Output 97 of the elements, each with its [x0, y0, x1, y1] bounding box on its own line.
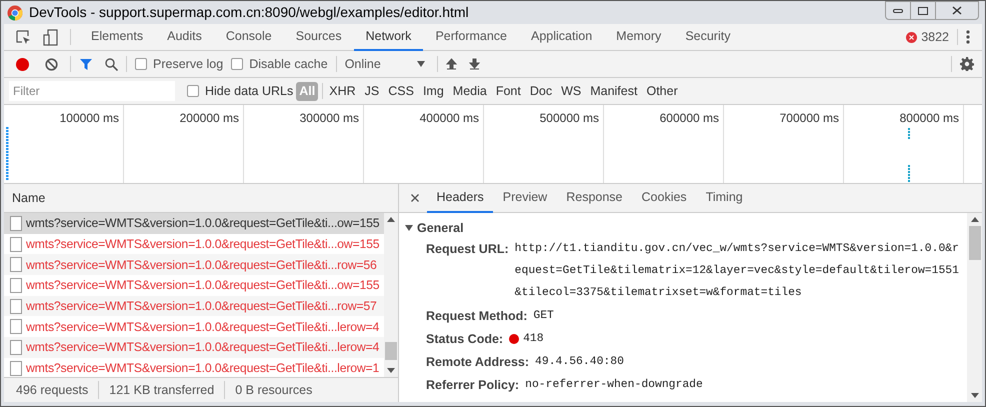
request-name: wmts?service=WMTS&version=1.0.0&request=GetTile&ti...row=57 [26, 298, 377, 315]
settings-icon[interactable] [960, 57, 974, 71]
record-button[interactable] [16, 58, 29, 70]
file-icon [10, 360, 22, 376]
panel-tab[interactable]: Application [519, 24, 604, 50]
status-text: 121 KB transferred [98, 380, 224, 400]
detail-tab[interactable]: Preview [493, 184, 557, 212]
file-icon [10, 216, 22, 231]
panel-tab[interactable]: Memory [604, 24, 674, 50]
checkbox-option[interactable]: Hide data URLs [187, 82, 294, 100]
column-header[interactable]: Name [12, 188, 46, 208]
timeline-tick-label: 400000 ms [420, 110, 479, 127]
request-name: wmts?service=WMTS&version=1.0.0&request=GetTile&ti...ow=155 [26, 277, 380, 294]
request-name: wmts?service=WMTS&version=1.0.0&request=GetTile&ti...lerow=1 [26, 360, 380, 377]
request-name: wmts?service=WMTS&version=1.0.0&request=GetTile&ti...row=56 [26, 256, 377, 274]
filter-field[interactable]: Filter [9, 81, 175, 101]
header-value: no-referrer-when-downgrade [525, 378, 703, 393]
file-icon [10, 298, 22, 314]
request-name: wmts?service=WMTS&version=1.0.0&request=GetTile&ti...lerow=4 [26, 318, 380, 336]
panel-tab[interactable]: Security [673, 24, 742, 50]
panel-tab[interactable]: Performance [423, 24, 519, 50]
error-icon [906, 32, 918, 42]
type-filter-button[interactable]: Other [643, 82, 681, 100]
caret-icon [416, 61, 425, 67]
header-label: Request Method: [426, 308, 528, 325]
header-value: 418 [523, 332, 544, 347]
timeline-bars-drawing [6, 127, 10, 181]
error-count[interactable]: 3822 [921, 28, 949, 46]
header-label: Status Code: [426, 331, 504, 348]
timeline-tick-label: 600000 ms [660, 110, 719, 127]
checkbox[interactable] [187, 85, 199, 97]
timeline-tick-label: 100000 ms [60, 110, 119, 127]
checkbox-option[interactable]: Disable cache [231, 54, 328, 74]
type-filter-button[interactable]: Media [450, 82, 490, 100]
file-icon [10, 340, 22, 355]
type-filter-button[interactable]: XHR [326, 82, 359, 100]
clear-icon[interactable] [45, 58, 58, 70]
panel-tab[interactable]: Console [214, 24, 284, 50]
timeline-tick-label: 500000 ms [540, 110, 599, 127]
device-toolbar-icon[interactable] [43, 28, 58, 46]
scrollbar[interactable] [967, 213, 982, 402]
status-text: 0 B resources [224, 380, 322, 400]
close-icon[interactable] [411, 194, 419, 202]
checkbox[interactable] [135, 58, 147, 70]
request-row[interactable]: wmts?service=WMTS&version=1.0.0&request=GetTile&ti...row=57 [4, 296, 384, 316]
detail-tab[interactable]: Cookies [632, 184, 696, 212]
type-filter-button[interactable]: Doc [526, 82, 556, 100]
type-filter-button[interactable]: JS [362, 82, 382, 100]
header-value: 49.4.56.40:80 [535, 355, 624, 370]
upload-icon[interactable] [446, 58, 457, 70]
type-filter-button[interactable]: Font [492, 82, 524, 100]
file-icon [10, 236, 22, 252]
checkbox[interactable] [231, 58, 244, 70]
timeline-tick-label: 700000 ms [780, 110, 839, 127]
type-filter-button[interactable]: Manifest [587, 82, 640, 100]
status-text: 496 requests [15, 382, 90, 399]
panel-tab[interactable]: Elements [79, 24, 156, 50]
panel-tab[interactable]: Network [354, 24, 424, 50]
request-row[interactable]: wmts?service=WMTS&version=1.0.0&request=GetTile&ti...row=56 [4, 254, 384, 276]
header-label: Referrer Policy: [426, 377, 520, 394]
detail-tab[interactable]: Timing [696, 184, 752, 212]
request-name: wmts?service=WMTS&version=1.0.0&request=GetTile&ti...ow=155 [26, 236, 380, 253]
more-options-icon[interactable] [966, 30, 970, 44]
download-icon[interactable] [468, 58, 480, 70]
request-name: wmts?service=WMTS&version=1.0.0&request=GetTile&ti...ow=155 [26, 215, 380, 232]
type-filter-button[interactable]: Img [420, 82, 447, 100]
close-icon [952, 6, 962, 15]
request-row[interactable]: wmts?service=WMTS&version=1.0.0&request=GetTile&ti...lerow=4 [4, 337, 384, 358]
section-header[interactable]: General [405, 219, 967, 237]
header-label: Remote Address: [426, 354, 530, 371]
inspect-icon[interactable] [16, 30, 31, 44]
request-row[interactable]: wmts?service=WMTS&version=1.0.0&request=GetTile&ti...ow=155 [4, 234, 384, 254]
header-label: Request URL: [426, 241, 509, 258]
search-icon[interactable] [105, 58, 118, 70]
file-icon [10, 278, 22, 293]
timeline-marker-drawing [908, 128, 910, 182]
request-name: wmts?service=WMTS&version=1.0.0&request=GetTile&ti...lerow=4 [26, 339, 380, 356]
timeline-tick-label: 200000 ms [180, 110, 239, 127]
disclosure-triangle-icon [405, 225, 413, 231]
panel-tab[interactable]: Audits [155, 24, 214, 50]
panel-tab[interactable]: Sources [284, 24, 354, 50]
timeline-tick-label: 800000 ms [900, 110, 959, 127]
checkbox-option[interactable]: Preserve log [135, 54, 224, 74]
file-icon [10, 319, 22, 334]
file-icon [10, 257, 22, 272]
type-filter-button[interactable]: CSS [385, 82, 417, 100]
filter-icon[interactable] [79, 58, 93, 70]
window-title: DevTools - support.supermap.com.cn:8090/webgl/examples/editor.html [29, 3, 470, 22]
header-value: http://t1.tianditu.gov.cn/vec_w/wmts?service=WMTS&version=1.0.0&request=GetTile&tilematrix=12&layer=vec&style=default&tilerow=1551&tilecol=3375&tilematrixset=w&format=tiles [514, 242, 960, 301]
request-row[interactable]: wmts?service=WMTS&version=1.0.0&request=GetTile&ti...ow=155 [4, 213, 384, 234]
detail-tab[interactable]: Response [556, 184, 632, 212]
header-value: GET [533, 309, 554, 324]
timeline-tick-label: 300000 ms [300, 110, 359, 127]
type-filter-button[interactable]: WS [558, 82, 584, 100]
browser-logo-icon [7, 4, 23, 20]
scrollbar[interactable] [384, 213, 398, 377]
throttling-select[interactable]: Online [344, 54, 425, 74]
